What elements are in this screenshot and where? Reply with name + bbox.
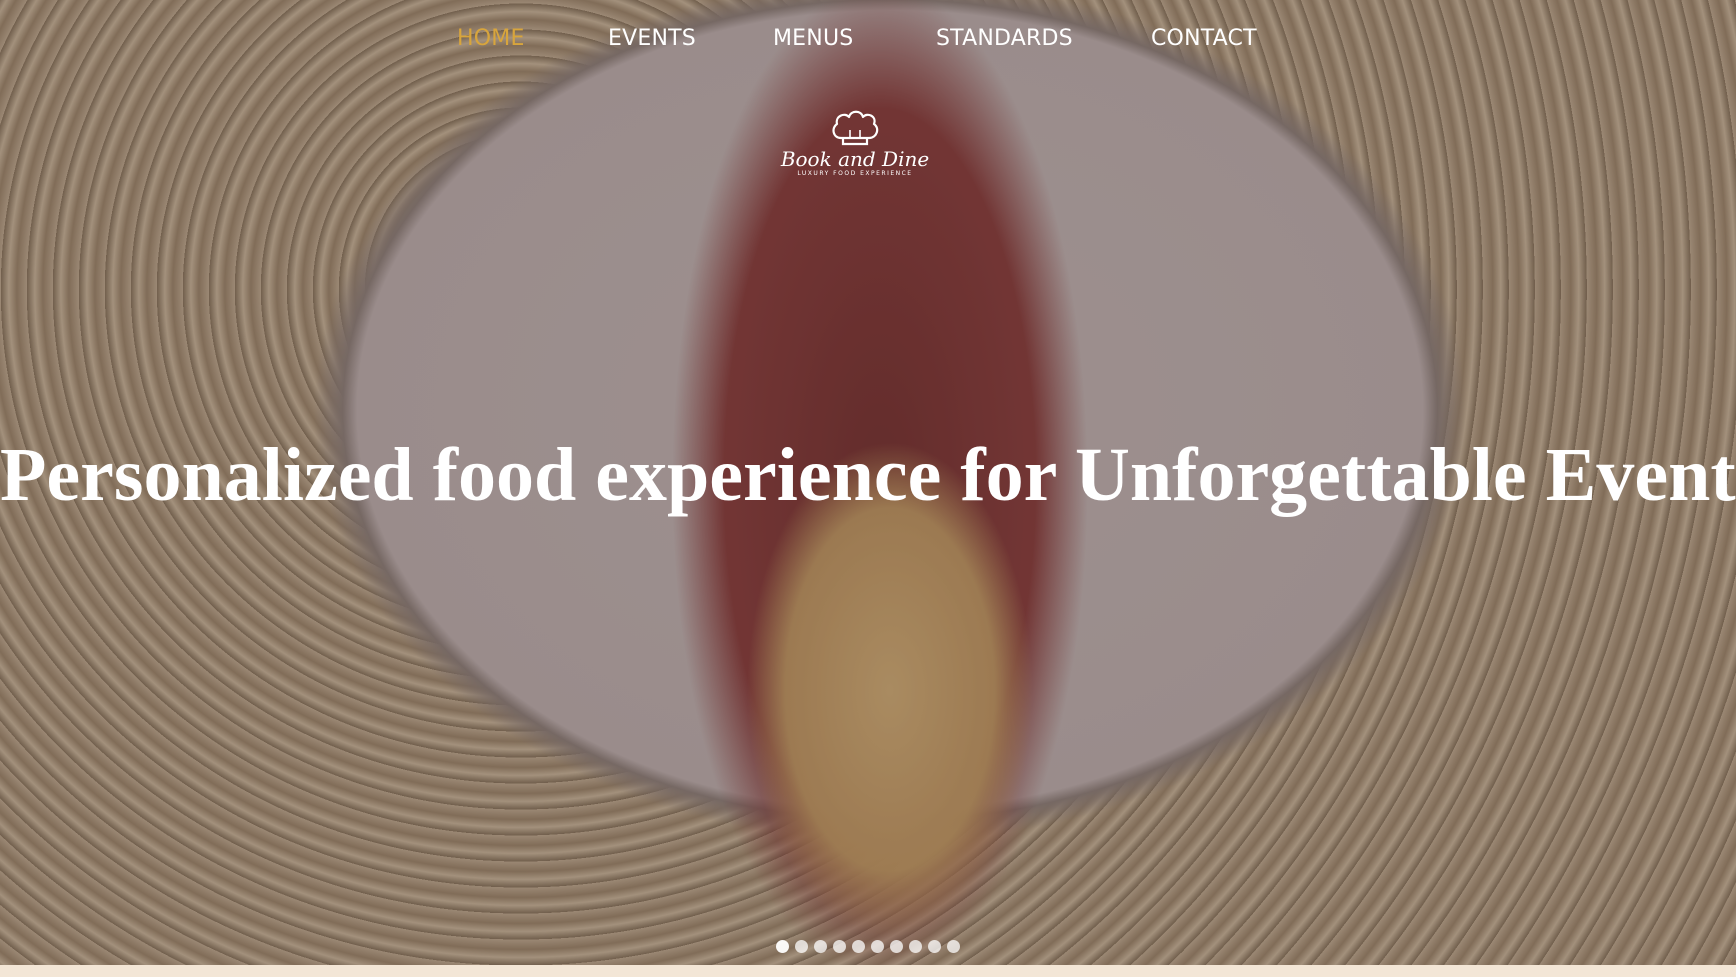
nav-standards[interactable]: STANDARDS <box>936 26 1073 51</box>
nav-home[interactable]: HOME <box>457 26 525 51</box>
slider-dot[interactable] <box>795 940 808 953</box>
slider-dot[interactable] <box>833 940 846 953</box>
logo-name: Book and Dine <box>780 147 930 171</box>
next-section-edge <box>0 965 1736 977</box>
main-navigation: HOME EVENTS MENUS STANDARDS CONTACT <box>0 20 1736 60</box>
slider-dot[interactable] <box>928 940 941 953</box>
site-logo[interactable]: Book and Dine Luxury Food Experience <box>780 108 930 190</box>
logo-tagline: Luxury Food Experience <box>797 170 913 177</box>
hero-headline: Personalized food experience for Unforge… <box>0 433 1736 517</box>
slider-dot[interactable] <box>776 940 789 953</box>
nav-menus[interactable]: MENUS <box>773 26 853 51</box>
nav-contact[interactable]: CONTACT <box>1151 26 1257 51</box>
chef-hat-icon <box>832 110 879 146</box>
slider-dot[interactable] <box>947 940 960 953</box>
slider-dot[interactable] <box>909 940 922 953</box>
slider-dot[interactable] <box>852 940 865 953</box>
nav-events[interactable]: EVENTS <box>608 26 696 51</box>
hero-section: HOME EVENTS MENUS STANDARDS CONTACT Book… <box>0 0 1736 965</box>
slider-dot[interactable] <box>871 940 884 953</box>
slider-pagination <box>0 940 1736 953</box>
slider-dot[interactable] <box>890 940 903 953</box>
slider-dot[interactable] <box>814 940 827 953</box>
